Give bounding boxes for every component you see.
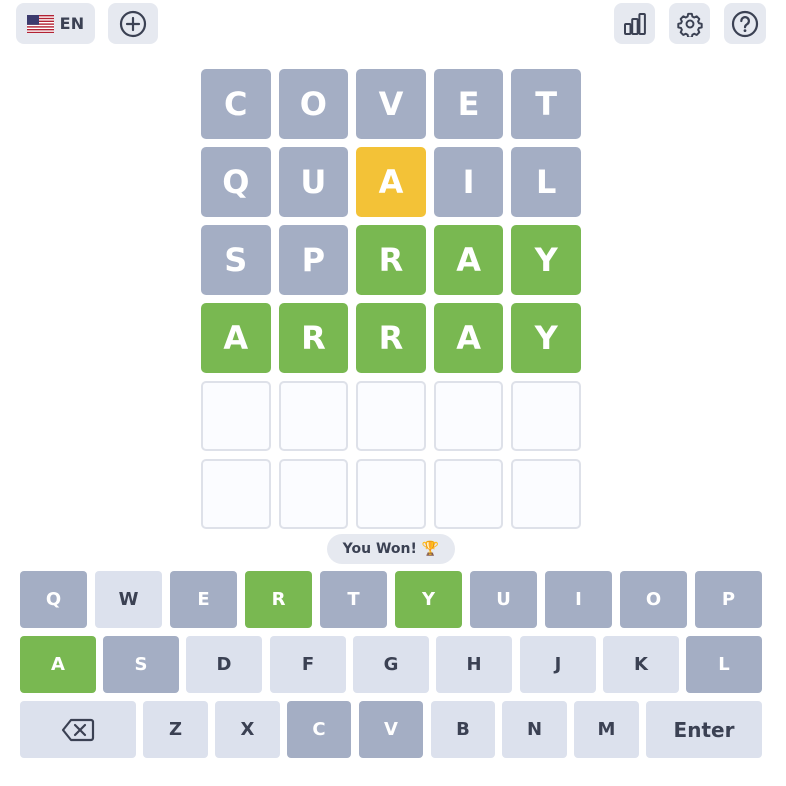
key-t[interactable]: T bbox=[320, 571, 387, 628]
bar-chart-icon bbox=[623, 12, 646, 35]
board-tile: A bbox=[433, 225, 504, 295]
board-tile: P bbox=[278, 225, 349, 295]
board-tile: O bbox=[278, 69, 349, 139]
key-h[interactable]: H bbox=[436, 636, 512, 693]
board-tile: Y bbox=[511, 225, 581, 295]
key-n[interactable]: N bbox=[502, 701, 567, 758]
key-m[interactable]: M bbox=[574, 701, 639, 758]
new-game-button[interactable] bbox=[108, 3, 158, 44]
board-row: QUAIL bbox=[201, 147, 581, 217]
board-tile: R bbox=[356, 303, 426, 373]
key-c[interactable]: C bbox=[287, 701, 351, 758]
key-z[interactable]: Z bbox=[143, 701, 208, 758]
key-y[interactable]: Y bbox=[395, 571, 462, 628]
board-tile: C bbox=[201, 69, 271, 139]
language-button[interactable]: EN bbox=[16, 3, 95, 44]
board-tile bbox=[511, 381, 581, 451]
board-tile bbox=[356, 459, 426, 529]
key-f[interactable]: F bbox=[270, 636, 346, 693]
gear-icon bbox=[676, 12, 703, 37]
language-code: EN bbox=[59, 14, 85, 33]
help-button[interactable] bbox=[724, 3, 766, 44]
board-tile: A bbox=[433, 303, 504, 373]
key-j[interactable]: J bbox=[520, 636, 596, 693]
game-board: COVETQUAILSPRAYARRAY bbox=[201, 69, 581, 537]
board-row bbox=[201, 381, 581, 451]
key-b[interactable]: B bbox=[431, 701, 495, 758]
statistics-button[interactable] bbox=[614, 3, 655, 44]
key-o[interactable]: O bbox=[620, 571, 687, 628]
board-tile: L bbox=[511, 147, 581, 217]
key-q[interactable]: Q bbox=[20, 571, 87, 628]
key-s[interactable]: S bbox=[103, 636, 179, 693]
board-tile: S bbox=[201, 225, 271, 295]
board-row: SPRAY bbox=[201, 225, 581, 295]
board-tile bbox=[278, 381, 349, 451]
board-row bbox=[201, 459, 581, 529]
board-tile bbox=[201, 381, 271, 451]
board-tile: V bbox=[356, 69, 426, 139]
win-toast: You Won! 🏆 bbox=[327, 534, 455, 564]
board-tile: U bbox=[278, 147, 349, 217]
trophy-icon: 🏆 bbox=[421, 541, 440, 557]
board-tile: I bbox=[433, 147, 504, 217]
board-tile: Q bbox=[201, 147, 271, 217]
key-p[interactable]: P bbox=[695, 571, 762, 628]
key-r[interactable]: R bbox=[245, 571, 312, 628]
board-tile: Y bbox=[511, 303, 581, 373]
board-tile: R bbox=[356, 225, 426, 295]
key-k[interactable]: K bbox=[603, 636, 679, 693]
board-tile: A bbox=[356, 147, 426, 217]
board-tile: T bbox=[511, 69, 581, 139]
key-enter[interactable]: Enter bbox=[646, 701, 762, 758]
key-e[interactable]: E bbox=[170, 571, 237, 628]
board-row: ARRAY bbox=[201, 303, 581, 373]
key-i[interactable]: I bbox=[545, 571, 612, 628]
question-circle-icon bbox=[731, 10, 759, 37]
board-tile bbox=[278, 459, 349, 529]
key-g[interactable]: G bbox=[353, 636, 429, 693]
board-tile: A bbox=[201, 303, 271, 373]
plus-circle-icon bbox=[119, 10, 147, 37]
toast-message: You Won! bbox=[342, 541, 417, 557]
key-x[interactable]: X bbox=[215, 701, 280, 758]
backspace-icon bbox=[61, 718, 95, 741]
key-v[interactable]: V bbox=[359, 701, 423, 758]
board-tile bbox=[201, 459, 271, 529]
key-w[interactable]: W bbox=[95, 571, 162, 628]
us-flag-icon bbox=[26, 14, 54, 33]
board-row: COVET bbox=[201, 69, 581, 139]
board-tile bbox=[356, 381, 426, 451]
board-tile bbox=[511, 459, 581, 529]
board-tile: E bbox=[433, 69, 504, 139]
key-d[interactable]: D bbox=[186, 636, 262, 693]
key-backspace[interactable] bbox=[20, 701, 136, 758]
board-tile bbox=[433, 381, 504, 451]
key-a[interactable]: A bbox=[20, 636, 96, 693]
key-l[interactable]: L bbox=[686, 636, 762, 693]
settings-button[interactable] bbox=[669, 3, 710, 44]
board-tile: R bbox=[278, 303, 349, 373]
board-tile bbox=[433, 459, 504, 529]
key-u[interactable]: U bbox=[470, 571, 537, 628]
